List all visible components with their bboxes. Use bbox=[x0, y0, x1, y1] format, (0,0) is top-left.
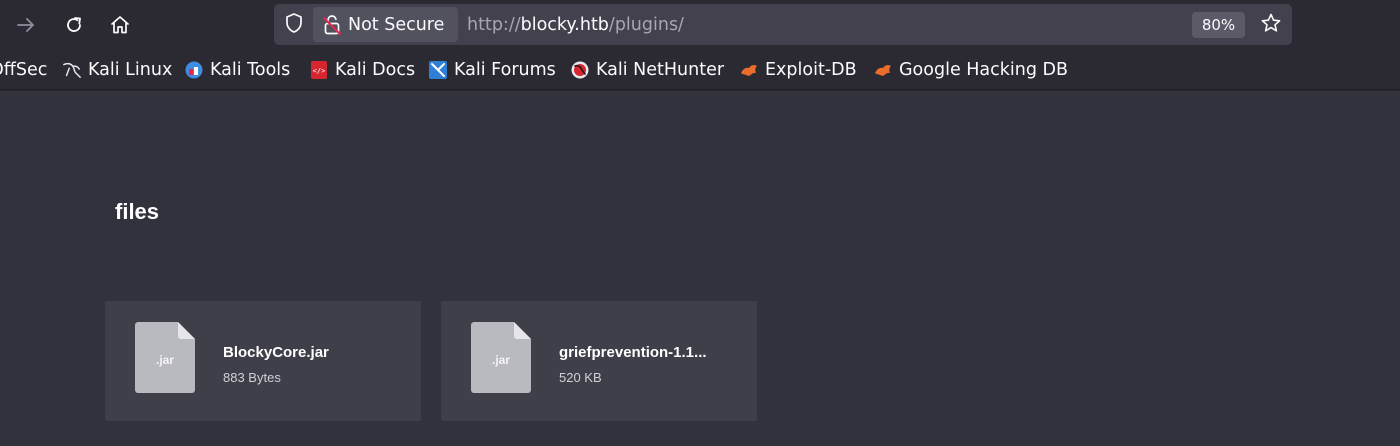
file-extension: .jar bbox=[155, 353, 174, 367]
tracking-protection-button[interactable] bbox=[282, 13, 306, 37]
insecure-lock-icon bbox=[322, 14, 342, 36]
page-content: files .jar BlockyCore.jar 883 Bytes .jar… bbox=[0, 91, 1400, 446]
file-card-griefprevention[interactable]: .jar griefprevention-1.1... 520 KB bbox=[441, 301, 757, 421]
bookmark-label: Kali Forums bbox=[454, 60, 556, 80]
file-name[interactable]: griefprevention-1.1... bbox=[559, 344, 739, 361]
bookmark-google-hacking-db[interactable]: Google Hacking DB bbox=[873, 56, 1068, 84]
file-name[interactable]: BlockyCore.jar bbox=[223, 344, 403, 361]
url-bar[interactable]: Not Secure http://blocky.htb/plugins/ 80… bbox=[274, 4, 1292, 45]
file-card-blockycore[interactable]: .jar BlockyCore.jar 883 Bytes bbox=[105, 301, 421, 421]
bookmark-kali-tools[interactable]: Kali Tools bbox=[184, 56, 290, 84]
file-icon: .jar bbox=[135, 322, 195, 393]
bookmark-label: Kali Linux bbox=[88, 60, 173, 80]
bookmark-label: Kali NetHunter bbox=[596, 60, 725, 80]
page-title: files bbox=[115, 199, 160, 224]
bookmark-offsec[interactable]: OffSec bbox=[0, 56, 47, 84]
bookmark-kali-docs[interactable]: </> Kali Docs bbox=[309, 56, 415, 84]
url-host: blocky.htb bbox=[520, 14, 609, 35]
svg-text:</>: </> bbox=[313, 67, 326, 75]
exploit-db-icon bbox=[873, 60, 893, 80]
kali-tools-icon bbox=[184, 60, 204, 80]
reload-button[interactable] bbox=[58, 9, 90, 41]
exploit-db-icon bbox=[739, 60, 759, 80]
reload-icon bbox=[64, 15, 84, 35]
home-button[interactable] bbox=[104, 9, 136, 41]
bookmark-label: OffSec bbox=[0, 60, 48, 80]
kali-docs-icon: </> bbox=[309, 60, 329, 80]
not-secure-label: Not Secure bbox=[348, 14, 445, 35]
kali-nethunter-icon bbox=[570, 60, 590, 80]
bookmark-label: Kali Tools bbox=[210, 60, 291, 80]
forward-button[interactable] bbox=[10, 9, 42, 41]
not-secure-button[interactable]: Not Secure bbox=[313, 7, 458, 42]
bookmark-label: Google Hacking DB bbox=[899, 60, 1069, 80]
kali-forums-icon bbox=[428, 60, 448, 80]
arrow-right-icon bbox=[16, 15, 36, 35]
bookmark-exploit-db[interactable]: Exploit-DB bbox=[739, 56, 857, 84]
bookmark-label: Exploit-DB bbox=[765, 60, 857, 80]
zoom-reset-button[interactable]: 80% bbox=[1192, 12, 1245, 38]
bookmark-kali-linux[interactable]: Kali Linux bbox=[62, 56, 172, 84]
bookmark-kali-forums[interactable]: Kali Forums bbox=[428, 56, 556, 84]
bookmarks-toolbar: OffSec Kali Linux Kali Tools </> Kali Do… bbox=[0, 50, 1400, 90]
home-icon bbox=[109, 14, 131, 36]
browser-toolbar: Not Secure http://blocky.htb/plugins/ 80… bbox=[0, 0, 1400, 50]
bookmark-kali-nethunter[interactable]: Kali NetHunter bbox=[570, 56, 724, 84]
file-icon: .jar bbox=[471, 322, 531, 393]
kali-dragon-icon bbox=[62, 60, 82, 80]
star-icon bbox=[1260, 12, 1282, 38]
url-path: /plugins/ bbox=[608, 14, 684, 35]
bookmark-label: Kali Docs bbox=[335, 60, 416, 80]
file-size: 883 Bytes bbox=[223, 370, 281, 385]
url-text[interactable]: http://blocky.htb/plugins/ bbox=[467, 4, 684, 45]
bookmark-star-button[interactable] bbox=[1258, 12, 1284, 38]
file-extension: .jar bbox=[491, 353, 510, 367]
url-scheme: http:// bbox=[467, 14, 521, 35]
file-size: 520 KB bbox=[559, 370, 602, 385]
shield-icon bbox=[284, 12, 304, 38]
